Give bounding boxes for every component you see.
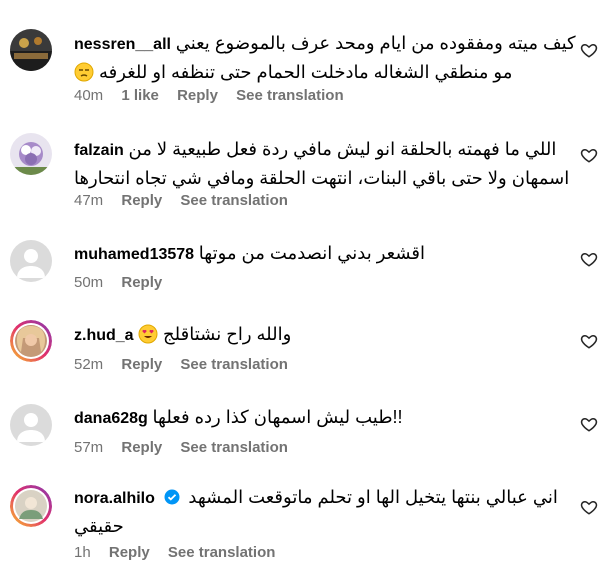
comment-meta: 47m Reply See translation <box>74 192 302 209</box>
comment-content: nessren__all كيف ميته ومفقوده من ايام وم… <box>74 30 576 86</box>
comment-time: 47m <box>74 192 104 209</box>
unamused-face-emoji <box>74 62 94 82</box>
comment-text: حقيقي <box>74 516 124 536</box>
username-link[interactable]: nessren__all <box>74 36 171 53</box>
comment-time: 40m <box>74 87 104 104</box>
comment-content: nora.alhilo اني عبالي بنتها يتخيل الها ا… <box>74 484 574 540</box>
comment-content: z.hud_a والله راح نشتاقلج <box>74 321 574 349</box>
comment-time: 52m <box>74 356 104 373</box>
avatar[interactable] <box>10 485 52 527</box>
username-link[interactable]: muhamed13578 <box>74 246 194 263</box>
comment-time: 57m <box>74 439 104 456</box>
likes-count[interactable]: 1 like <box>121 87 159 104</box>
see-translation-link[interactable]: See translation <box>180 439 288 456</box>
comment-content: falzain اللي ما فهمته بالحلقة انو ليش ما… <box>74 136 574 192</box>
verified-badge-icon <box>164 487 180 505</box>
heart-outline-icon[interactable] <box>580 498 598 516</box>
see-translation-link[interactable]: See translation <box>180 356 288 373</box>
comment-time: 50m <box>74 274 104 291</box>
avatar[interactable] <box>10 320 52 362</box>
reply-button[interactable]: Reply <box>121 356 162 373</box>
heart-outline-icon[interactable] <box>580 146 598 164</box>
username-link[interactable]: nora.alhilo <box>74 490 155 507</box>
comment-meta: 50m Reply <box>74 274 176 291</box>
see-translation-link[interactable]: See translation <box>168 544 276 561</box>
reply-button[interactable]: Reply <box>121 439 162 456</box>
username-link[interactable]: falzain <box>74 142 124 159</box>
heart-outline-icon[interactable] <box>580 250 598 268</box>
see-translation-link[interactable]: See translation <box>180 192 288 209</box>
reply-button[interactable]: Reply <box>121 274 162 291</box>
comment-text: اللي ما فهمته بالحلقة انو ليش مافي ردة ف… <box>128 139 557 159</box>
comment-time: 1h <box>74 544 91 561</box>
comment-meta: 57m Reply See translation <box>74 439 302 456</box>
comment-meta: 40m 1 like Reply See translation <box>74 87 358 104</box>
reply-button[interactable]: Reply <box>177 87 218 104</box>
comment-meta: 1h Reply See translation <box>74 544 289 561</box>
username-link[interactable]: z.hud_a <box>74 327 134 344</box>
reply-button[interactable]: Reply <box>109 544 150 561</box>
comment-text: مو منطقي الشغاله مادخلت الحمام حتى تنظفه… <box>99 62 513 82</box>
comment-text: طيب ليش اسمهان كذا رده فعلها!! <box>152 407 403 427</box>
heart-outline-icon[interactable] <box>580 332 598 350</box>
heart-eyes-emoji <box>138 324 158 344</box>
username-link[interactable]: dana628g <box>74 410 148 427</box>
comment-text: كيف ميته ومفقوده من ايام ومحد عرف بالموض… <box>175 33 576 53</box>
avatar[interactable] <box>10 240 52 282</box>
comment-text: اسمهان ولا حتى باقي البنات، انتهت الحلقة… <box>74 168 570 188</box>
comment-content: dana628g طيب ليش اسمهان كذا رده فعلها!! <box>74 404 574 432</box>
reply-button[interactable]: Reply <box>121 192 162 209</box>
avatar[interactable] <box>10 404 52 446</box>
comment-text: اني عبالي بنتها يتخيل الها او تحلم ماتوق… <box>188 487 558 507</box>
avatar[interactable] <box>10 29 52 71</box>
comment-content: muhamed13578 اقشعر بدني انصدمت من موتها <box>74 240 574 268</box>
avatar[interactable] <box>10 133 52 175</box>
comment-text: اقشعر بدني انصدمت من موتها <box>198 243 426 263</box>
comment-meta: 52m Reply See translation <box>74 356 302 373</box>
see-translation-link[interactable]: See translation <box>236 87 344 104</box>
comment-text: والله راح نشتاقلج <box>163 324 292 344</box>
heart-outline-icon[interactable] <box>580 41 598 59</box>
heart-outline-icon[interactable] <box>580 415 598 433</box>
